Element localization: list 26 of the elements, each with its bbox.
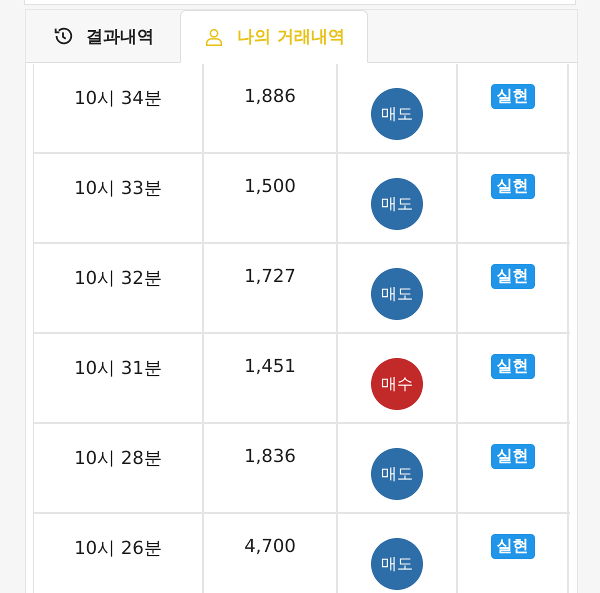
price-cell: 1,886	[204, 64, 338, 152]
time-cell: 10시 33분	[34, 154, 204, 242]
trade-side-badge: 매도	[371, 448, 423, 500]
price-cell: 4,700	[204, 514, 338, 593]
status-badge: 실현	[490, 174, 534, 199]
price-cell: 1,500	[204, 154, 338, 242]
status-badge: 실현	[490, 444, 534, 469]
trade-side-badge: 매도	[371, 538, 423, 590]
history-icon	[52, 25, 74, 47]
status-badge: 실현	[490, 354, 534, 379]
status-badge: 실현	[490, 84, 534, 109]
price-cell: 1,836	[204, 424, 338, 512]
time-cell: 10시 26분	[34, 514, 204, 593]
status-badge: 실현	[490, 534, 534, 559]
trade-side-badge: 매도	[371, 268, 423, 320]
time-cell: 10시 28분	[34, 424, 204, 512]
tab[interactable]: 결과내역	[26, 10, 180, 62]
time-cell: 10시 32분	[34, 244, 204, 332]
time-cell: 10시 31분	[34, 334, 204, 422]
time-cell: 10시 34분	[34, 64, 204, 152]
price-cell: 1,727	[204, 244, 338, 332]
trade-side-badge: 매도	[371, 88, 423, 140]
status-badge: 실현	[490, 264, 534, 289]
price-cell: 1,451	[204, 334, 338, 422]
trade-side-badge: 매도	[371, 178, 423, 230]
trade-side-badge: 매수	[371, 358, 423, 410]
